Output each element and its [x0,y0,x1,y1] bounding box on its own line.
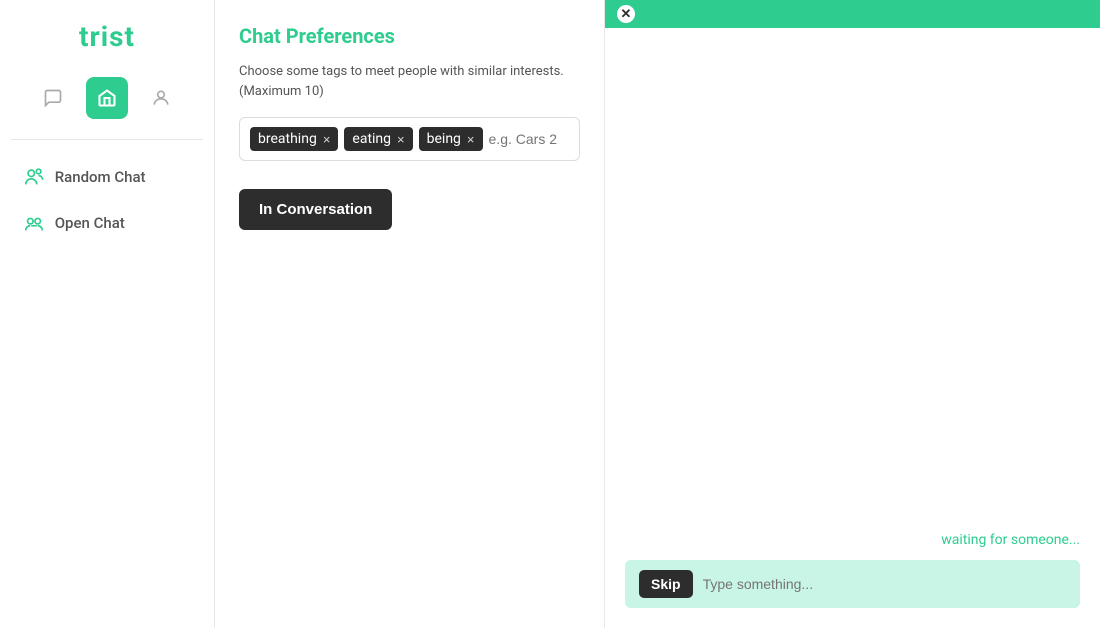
tag-label-breathing: breathing [258,131,317,147]
chat-header: ✕ [605,0,1100,28]
app-logo: trist [79,20,135,53]
profile-icon-button[interactable] [140,77,182,119]
home-icon-button[interactable] [86,77,128,119]
random-chat-icon [23,166,45,188]
profile-icon [151,88,171,108]
tag-chip-being: being × [419,127,483,151]
close-icon: ✕ [621,8,632,21]
tag-chip-breathing: breathing × [250,127,338,151]
tag-remove-eating[interactable]: × [397,133,405,146]
tag-remove-being[interactable]: × [467,133,475,146]
tag-label-eating: eating [352,131,391,147]
sidebar-top-icons [32,77,182,119]
tags-input-area[interactable]: breathing × eating × being × [239,117,580,161]
chat-panel: ✕ waiting for someone... Skip [605,0,1100,628]
sidebar: trist [0,0,215,628]
sidebar-item-random-chat[interactable]: Random Chat [11,156,204,198]
chat-body: waiting for someone... Skip [605,28,1100,628]
chat-input-row: Skip [625,560,1080,608]
in-conversation-button[interactable]: In Conversation [239,189,392,230]
tag-remove-breathing[interactable]: × [323,133,331,146]
tag-text-input[interactable] [489,131,569,147]
middle-panel: Chat Preferences Choose some tags to mee… [215,0,605,628]
waiting-status: waiting for someone... [625,532,1080,548]
sidebar-label-random-chat: Random Chat [55,168,146,186]
tag-chip-eating: eating × [344,127,412,151]
panel-description: Choose some tags to meet people with sim… [239,62,580,101]
sidebar-label-open-chat: Open Chat [55,214,125,232]
chat-text-input[interactable] [703,576,1066,592]
home-icon [97,88,117,108]
close-chat-button[interactable]: ✕ [617,5,635,23]
sidebar-divider [11,139,204,140]
sidebar-item-open-chat[interactable]: Open Chat [11,202,204,244]
tag-label-being: being [427,131,461,147]
panel-title: Chat Preferences [239,24,580,48]
chat-bubble-icon [43,88,63,108]
chat-icon-button[interactable] [32,77,74,119]
skip-button[interactable]: Skip [639,570,693,598]
open-chat-icon [23,212,45,234]
